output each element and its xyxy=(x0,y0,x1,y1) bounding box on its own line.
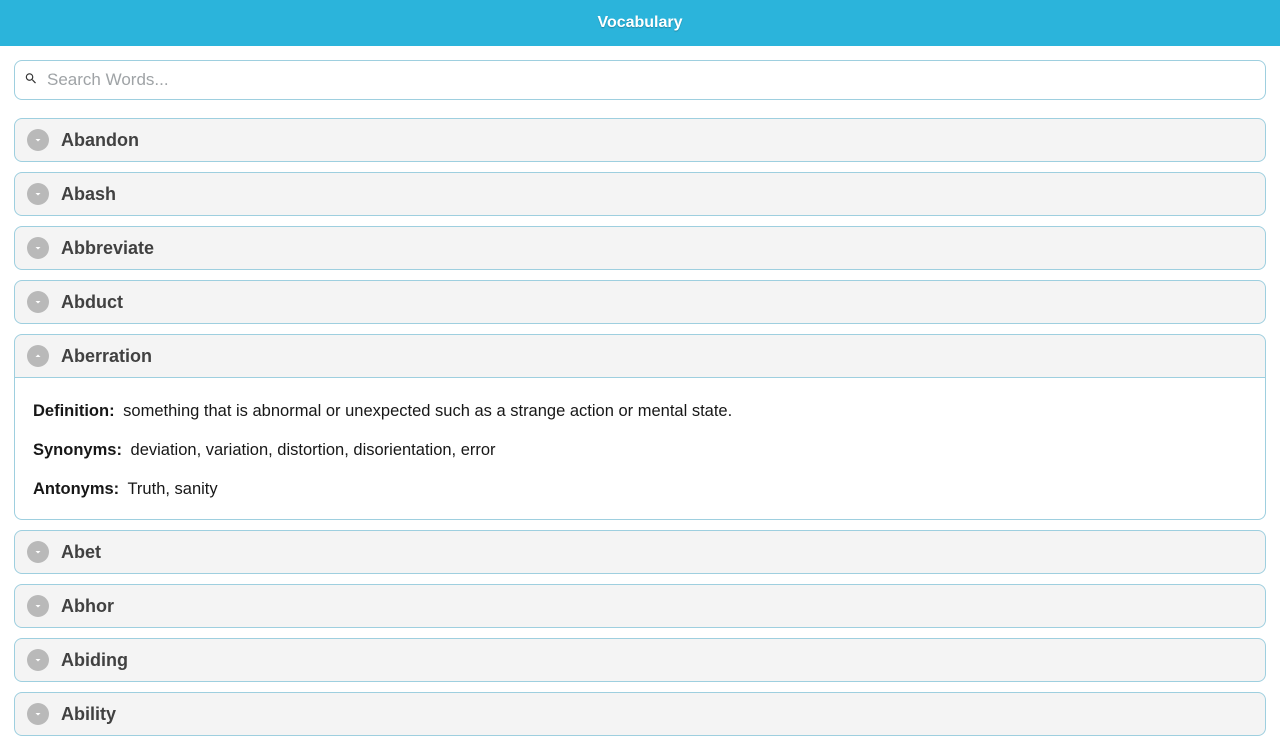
definition-line-value: something that is abnormal or unexpected… xyxy=(123,402,732,420)
word-label: Abbreviate xyxy=(61,238,154,259)
definition-line-label: Definition: xyxy=(33,402,115,420)
page-title: Vocabulary xyxy=(597,14,682,31)
word-item: Aberration Definition: something that is … xyxy=(14,334,1266,520)
antonyms-line: Antonyms: Truth, sanity xyxy=(33,480,1247,499)
word-item: Abhor xyxy=(14,584,1266,628)
word-details: Definition: something that is abnormal o… xyxy=(14,378,1266,520)
word-label: Abduct xyxy=(61,292,123,313)
word-item: Abiding xyxy=(14,638,1266,682)
search-container xyxy=(14,60,1266,100)
word-label: Abet xyxy=(61,542,101,563)
word-list: Abandon Abash Abbreviate Abduct Aberration De… xyxy=(14,118,1266,736)
chevron-down-icon xyxy=(27,291,49,313)
word-row[interactable]: Abandon xyxy=(14,118,1266,162)
word-item: Abbreviate xyxy=(14,226,1266,270)
chevron-down-icon xyxy=(27,541,49,563)
definition-line: Definition: something that is abnormal o… xyxy=(33,402,1247,421)
word-row[interactable]: Abduct xyxy=(14,280,1266,324)
antonyms-line-value: Truth, sanity xyxy=(127,480,217,498)
app-header: Vocabulary xyxy=(0,0,1280,46)
word-label: Ability xyxy=(61,704,116,725)
word-row[interactable]: Aberration xyxy=(14,334,1266,378)
word-item: Abandon xyxy=(14,118,1266,162)
synonyms-line: Synonyms: deviation, variation, distorti… xyxy=(33,441,1247,460)
word-item: Abash xyxy=(14,172,1266,216)
word-item: Abduct xyxy=(14,280,1266,324)
antonyms-line-label: Antonyms: xyxy=(33,480,119,498)
word-item: Ability xyxy=(14,692,1266,736)
word-label: Abhor xyxy=(61,596,114,617)
word-label: Abash xyxy=(61,184,116,205)
chevron-down-icon xyxy=(27,237,49,259)
word-row[interactable]: Abhor xyxy=(14,584,1266,628)
synonyms-line-value: deviation, variation, distortion, disori… xyxy=(131,441,496,459)
main-content: Abandon Abash Abbreviate Abduct Aberration De… xyxy=(0,46,1280,736)
search-input[interactable] xyxy=(14,60,1266,100)
chevron-down-icon xyxy=(27,129,49,151)
word-label: Aberration xyxy=(61,346,152,367)
word-row[interactable]: Abbreviate xyxy=(14,226,1266,270)
word-row[interactable]: Ability xyxy=(14,692,1266,736)
chevron-up-icon xyxy=(27,345,49,367)
chevron-down-icon xyxy=(27,703,49,725)
chevron-down-icon xyxy=(27,595,49,617)
word-row[interactable]: Abash xyxy=(14,172,1266,216)
chevron-down-icon xyxy=(27,649,49,671)
word-label: Abiding xyxy=(61,650,128,671)
word-item: Abet xyxy=(14,530,1266,574)
word-row[interactable]: Abiding xyxy=(14,638,1266,682)
word-row[interactable]: Abet xyxy=(14,530,1266,574)
synonyms-line-label: Synonyms: xyxy=(33,441,122,459)
chevron-down-icon xyxy=(27,183,49,205)
word-label: Abandon xyxy=(61,130,139,151)
